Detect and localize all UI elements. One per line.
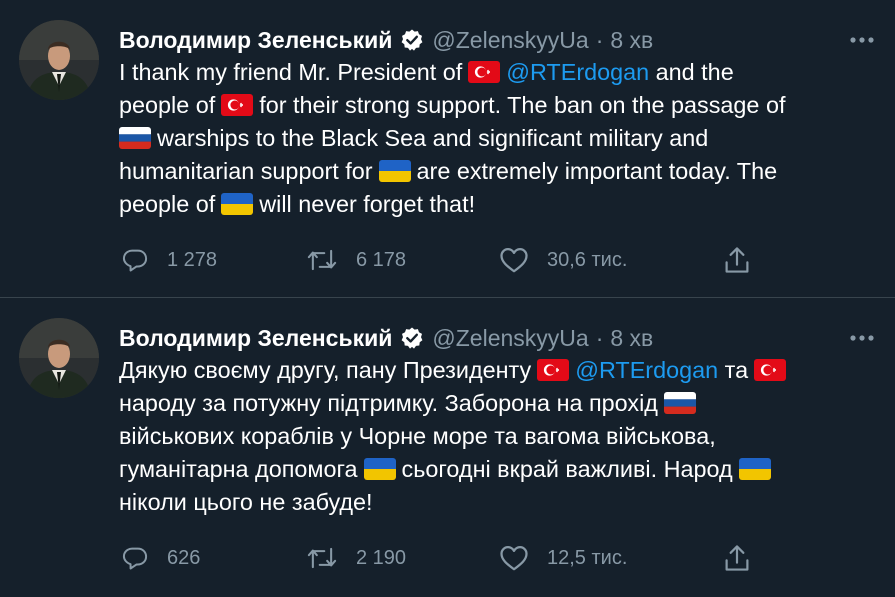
mention-link[interactable]: @RTErdogan	[575, 357, 718, 383]
like-button[interactable]: 12,5 тис.	[499, 540, 627, 576]
retweet-count: 2 190	[356, 546, 407, 569]
russia-flag-icon	[664, 392, 696, 414]
retweet-button[interactable]: 2 190	[306, 540, 406, 576]
tweet-header: Володимир Зеленський @ZelenskyyUa · 8 хв	[119, 22, 875, 58]
tweet-text-segment: військових кораблів у Чорне море та ваго…	[119, 423, 716, 449]
author-name[interactable]: Володимир Зеленський	[119, 27, 392, 54]
turkey-flag-icon	[468, 61, 500, 83]
tweet-text-segment: народу за потужну підтримку. Заборона на…	[119, 390, 658, 416]
russia-flag-icon	[119, 127, 151, 149]
ukraine-flag-icon	[364, 458, 396, 480]
tweet-header: Володимир Зеленський @ZelenskyyUa · 8 хв	[119, 320, 875, 356]
separator-dot: ·	[595, 324, 604, 351]
tweet-timestamp[interactable]: 8 хв	[610, 325, 653, 352]
avatar[interactable]	[19, 318, 99, 398]
verified-badge-icon	[400, 28, 424, 52]
retweet-icon	[307, 249, 337, 271]
share-icon	[725, 247, 749, 273]
like-button[interactable]: 30,6 тис.	[499, 242, 627, 278]
more-options-icon[interactable]	[835, 22, 875, 58]
reply-button[interactable]: 1 278	[121, 242, 217, 278]
tweet[interactable]: Володимир Зеленський @ZelenskyyUa · 8 хв…	[0, 0, 895, 298]
tweet-text-segment: for their strong support. The ban on the…	[259, 92, 786, 118]
like-count: 12,5 тис.	[547, 546, 628, 569]
like-count: 30,6 тис.	[547, 248, 628, 271]
turkey-flag-icon	[221, 94, 253, 116]
reply-icon	[122, 547, 148, 570]
author-handle[interactable]: @ZelenskyyUa	[432, 27, 588, 54]
tweet-text-segment: people of	[119, 191, 216, 217]
mention-link[interactable]: @RTErdogan	[506, 59, 649, 85]
tweet-text-segment: humanitarian support for	[119, 158, 373, 184]
reply-icon	[122, 249, 148, 272]
author-handle[interactable]: @ZelenskyyUa	[432, 325, 588, 352]
retweet-count: 6 178	[356, 248, 407, 271]
tweet-actions: 1 278 6 178 30,6 тис.	[119, 242, 769, 278]
share-icon	[725, 545, 749, 571]
turkey-flag-icon	[537, 359, 569, 381]
more-options-icon[interactable]	[835, 320, 875, 356]
tweet-text-segment: ніколи цього не забуде!	[119, 489, 373, 515]
tweet-text-segment: I thank my friend Mr. President of	[119, 59, 463, 85]
tweet-text-segment: warships to the Black Sea and significan…	[157, 125, 709, 151]
verified-badge-icon	[400, 326, 424, 350]
ukraine-flag-icon	[739, 458, 771, 480]
tweet-text-segment: сьогодні вкрай важливі. Народ	[401, 456, 733, 482]
reply-count: 626	[167, 546, 201, 569]
tweet-text-segment: Дякую своєму другу, пану Президенту	[119, 357, 532, 383]
timeline: Володимир Зеленський @ZelenskyyUa · 8 хв…	[0, 0, 895, 597]
tweet[interactable]: Володимир Зеленський @ZelenskyyUa · 8 хв…	[0, 298, 895, 597]
share-button[interactable]	[723, 242, 751, 278]
turkey-flag-icon	[754, 359, 786, 381]
heart-icon	[500, 248, 528, 273]
tweet-text-segment: та	[724, 357, 749, 383]
tweet-timestamp[interactable]: 8 хв	[610, 27, 653, 54]
tweet-text-segment: will never forget that!	[259, 191, 476, 217]
tweet-text: I thank my friend Mr. President of @RTErd…	[119, 56, 859, 221]
retweet-icon	[307, 547, 337, 569]
tweet-text: Дякую своєму другу, пану Президенту @RTEr…	[119, 354, 859, 519]
heart-icon	[500, 546, 528, 571]
tweet-text-segment: and the	[655, 59, 734, 85]
reply-button[interactable]: 626	[121, 540, 200, 576]
retweet-button[interactable]: 6 178	[306, 242, 406, 278]
separator-dot: ·	[595, 26, 604, 53]
tweet-text-segment: гуманітарна допомога	[119, 456, 358, 482]
tweet-text-segment: people of	[119, 92, 216, 118]
avatar[interactable]	[19, 20, 99, 100]
share-button[interactable]	[723, 540, 751, 576]
reply-count: 1 278	[167, 248, 218, 271]
tweet-actions: 626 2 190 12,5 тис.	[119, 540, 769, 576]
tweet-text-segment: are extremely important today. The	[416, 158, 778, 184]
author-name[interactable]: Володимир Зеленський	[119, 325, 392, 352]
ukraine-flag-icon	[379, 160, 411, 182]
ukraine-flag-icon	[221, 193, 253, 215]
